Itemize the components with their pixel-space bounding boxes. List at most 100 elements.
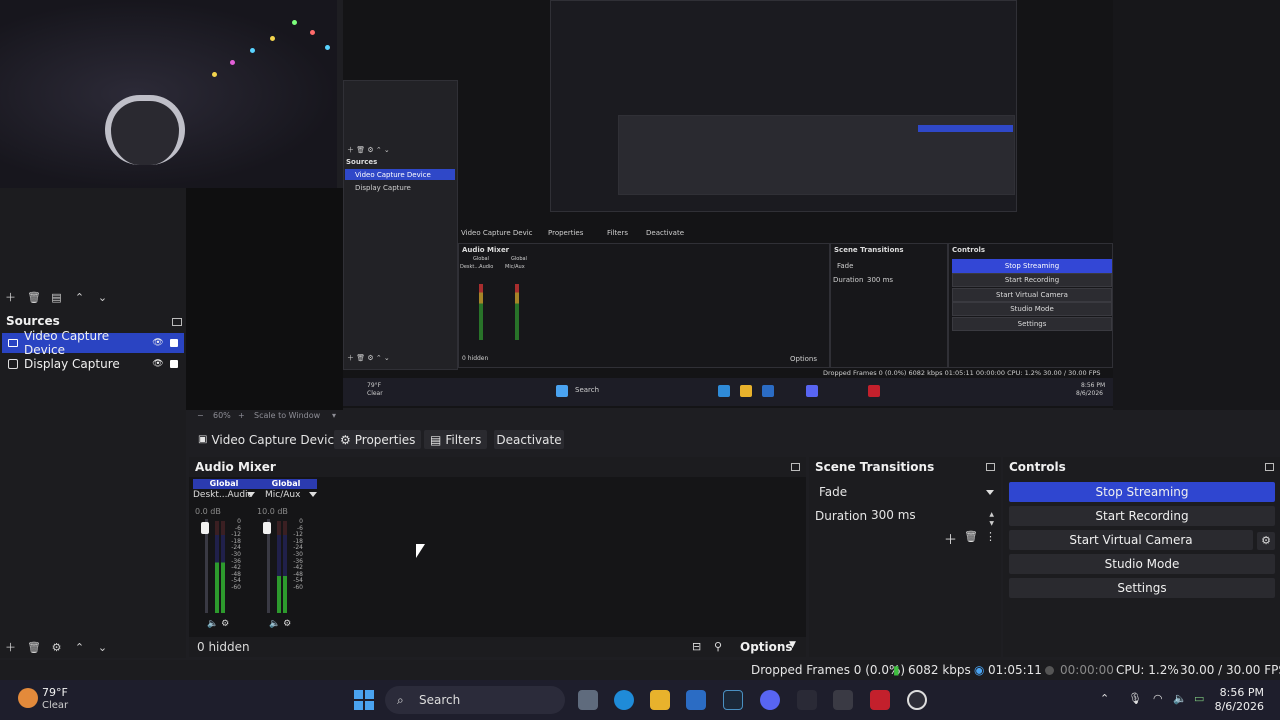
source-context-bar: ▣ Video Capture Devic ⚙ Properties ▤ Fil… bbox=[186, 426, 1280, 452]
trash-icon[interactable]: 🗑 bbox=[27, 291, 41, 304]
start-recording-button[interactable]: Start Recording bbox=[1009, 506, 1275, 526]
search-icon: ⌕ bbox=[397, 693, 404, 707]
dock-float-icon[interactable] bbox=[791, 463, 800, 471]
source-settings-icon[interactable]: ⚙ bbox=[50, 641, 63, 654]
zoom-in-button[interactable]: + bbox=[238, 411, 245, 420]
volume-slider-handle[interactable] bbox=[263, 522, 271, 534]
volume-icon[interactable]: 🔈 bbox=[1173, 692, 1187, 705]
bitrate: 6082 kbps bbox=[908, 663, 971, 677]
channel-menu-caret-icon[interactable] bbox=[309, 492, 317, 497]
steam-icon[interactable] bbox=[723, 690, 743, 710]
obs-icon[interactable] bbox=[907, 690, 927, 710]
channel-menu-caret-icon[interactable] bbox=[247, 492, 255, 497]
source-item-display-capture[interactable]: Display Capture 👁 bbox=[2, 354, 184, 374]
add-icon[interactable]: ＋ bbox=[4, 289, 17, 305]
start-virtual-camera-button[interactable]: Start Virtual Camera bbox=[1009, 530, 1253, 550]
move-source-up-icon[interactable]: ⌃ bbox=[73, 641, 86, 654]
deactivate-button[interactable]: Deactivate bbox=[494, 430, 564, 449]
meter-scale-tick: -60 bbox=[293, 583, 303, 591]
dock-float-icon[interactable] bbox=[986, 463, 995, 471]
channel-db: 10.0 dB bbox=[257, 507, 288, 516]
clock-time[interactable]: 8:56 PM bbox=[1210, 686, 1264, 699]
zoom-mode-caret-icon[interactable]: ▾ bbox=[332, 411, 336, 420]
discord-icon[interactable] bbox=[760, 690, 780, 710]
source-label: Display Capture bbox=[24, 357, 120, 371]
channel-db: 0.0 dB bbox=[195, 507, 221, 516]
options-button[interactable]: Options bbox=[740, 640, 793, 654]
settings-icon[interactable]: ⚙ bbox=[283, 619, 291, 629]
channel-name: Mic/Aux bbox=[265, 490, 301, 500]
wifi-icon[interactable]: ◠ bbox=[1153, 692, 1163, 705]
channel-name: Deskt...Audio bbox=[193, 490, 254, 500]
lock-icon[interactable] bbox=[170, 360, 178, 368]
channel-scope: Global bbox=[193, 479, 255, 489]
level-meter bbox=[215, 521, 219, 613]
stream-icon: ◉ bbox=[974, 663, 985, 677]
display-capture-preview: ＋ 🗑 ⚙ ⌃ ⌄ Sources Video Capture Device D… bbox=[343, 0, 1113, 408]
gear-icon: ⚙ bbox=[340, 432, 351, 447]
move-down-icon[interactable]: ⌄ bbox=[96, 291, 109, 304]
stop-streaming-button[interactable]: Stop Streaming bbox=[1009, 482, 1275, 502]
transition-select[interactable]: Fade bbox=[815, 483, 998, 501]
rec-time: 00:00:00 bbox=[1060, 663, 1114, 677]
meter-scale-tick: -60 bbox=[231, 583, 241, 591]
volume-slider-handle[interactable] bbox=[201, 522, 209, 534]
app-icon[interactable] bbox=[797, 690, 817, 710]
status-bar: Dropped Frames 0 (0.0%) ▮ 6082 kbps ◉ 01… bbox=[0, 660, 1280, 680]
dropped-frames: Dropped Frames 0 (0.0%) bbox=[751, 663, 906, 677]
virtual-camera-settings-icon[interactable]: ⚙ bbox=[1257, 532, 1275, 550]
filters-button[interactable]: ▤ Filters bbox=[424, 430, 488, 449]
remove-source-icon[interactable]: 🗑 bbox=[27, 641, 41, 654]
visibility-eye-icon[interactable]: 👁 bbox=[152, 338, 164, 348]
options-caret-icon[interactable]: ▼ bbox=[789, 640, 796, 650]
speaker-icon[interactable]: 🔈 bbox=[207, 619, 218, 629]
move-source-down-icon[interactable]: ⌄ bbox=[96, 641, 109, 654]
camera-icon bbox=[8, 339, 18, 347]
meter-scale: 0 -6 -12 -18 -24 -30 -36 -42 -48 -54 -60 bbox=[291, 518, 303, 592]
store-icon[interactable] bbox=[686, 690, 706, 710]
zoom-out-button[interactable]: − bbox=[197, 411, 204, 420]
filter-icon[interactable]: ▤ bbox=[50, 291, 63, 304]
remove-transition-icon[interactable]: 🗑 bbox=[964, 530, 978, 543]
duration-spinbox[interactable]: 300 ms ▲ ▼ bbox=[867, 506, 998, 527]
add-transition-icon[interactable]: ＋ bbox=[944, 529, 957, 548]
channel-scope: Global bbox=[255, 479, 317, 489]
link-icon[interactable]: ⚲ bbox=[714, 640, 722, 653]
dock-float-icon[interactable] bbox=[1265, 463, 1274, 471]
start-button[interactable] bbox=[354, 690, 374, 710]
app-icon[interactable] bbox=[833, 690, 853, 710]
mixer-channel-mic: Global Mic/Aux 10.0 dB 0 -6 -12 -18 -24 -30 -3… bbox=[255, 477, 317, 637]
lock-icon[interactable] bbox=[170, 339, 178, 347]
source-item-video-capture[interactable]: Video Capture Device 👁 bbox=[2, 329, 184, 357]
weather-icon[interactable] bbox=[18, 688, 38, 708]
more-options-icon[interactable]: ⋮ bbox=[985, 530, 996, 543]
zoom-mode[interactable]: Scale to Window bbox=[254, 411, 320, 420]
edge-icon[interactable] bbox=[614, 690, 634, 710]
sources-toolbar: ＋ 🗑 ⚙ ⌃ ⌄ bbox=[4, 639, 109, 655]
source-label: Video Capture Device bbox=[24, 329, 110, 357]
settings-icon[interactable]: ⚙ bbox=[221, 619, 229, 629]
clock-date[interactable]: 8/6/2026 bbox=[1192, 700, 1264, 713]
person-silhouette bbox=[105, 95, 185, 165]
camera-icon: ▣ bbox=[198, 434, 208, 445]
file-explorer-icon[interactable] bbox=[650, 690, 670, 710]
microphone-icon[interactable]: 🎙 bbox=[1128, 692, 1142, 705]
taskbar-search[interactable]: ⌕ Search bbox=[385, 686, 565, 714]
settings-button[interactable]: Settings bbox=[1009, 578, 1275, 598]
properties-button[interactable]: ⚙ Properties bbox=[334, 430, 422, 449]
layout-icon[interactable]: ⊟ bbox=[692, 640, 701, 653]
level-meter bbox=[277, 521, 281, 613]
add-source-icon[interactable]: ＋ bbox=[4, 639, 17, 655]
dock-float-icon[interactable] bbox=[172, 318, 182, 326]
mouse-cursor-icon bbox=[416, 544, 425, 558]
task-view-icon[interactable] bbox=[578, 690, 598, 710]
tray-overflow-icon[interactable]: ⌃ bbox=[1100, 692, 1109, 705]
app-icon[interactable] bbox=[870, 690, 890, 710]
move-up-icon[interactable]: ⌃ bbox=[73, 291, 86, 304]
studio-mode-button[interactable]: Studio Mode bbox=[1009, 554, 1275, 574]
microphone-icon[interactable]: 🔈 bbox=[269, 619, 280, 629]
controls-dock: Controls Stop Streaming Start Recording … bbox=[1003, 457, 1280, 657]
preview-zoom-bar: − 60% + Scale to Window ▾ bbox=[186, 410, 1280, 422]
level-meter bbox=[221, 521, 225, 613]
visibility-eye-icon[interactable]: 👁 bbox=[152, 359, 164, 369]
